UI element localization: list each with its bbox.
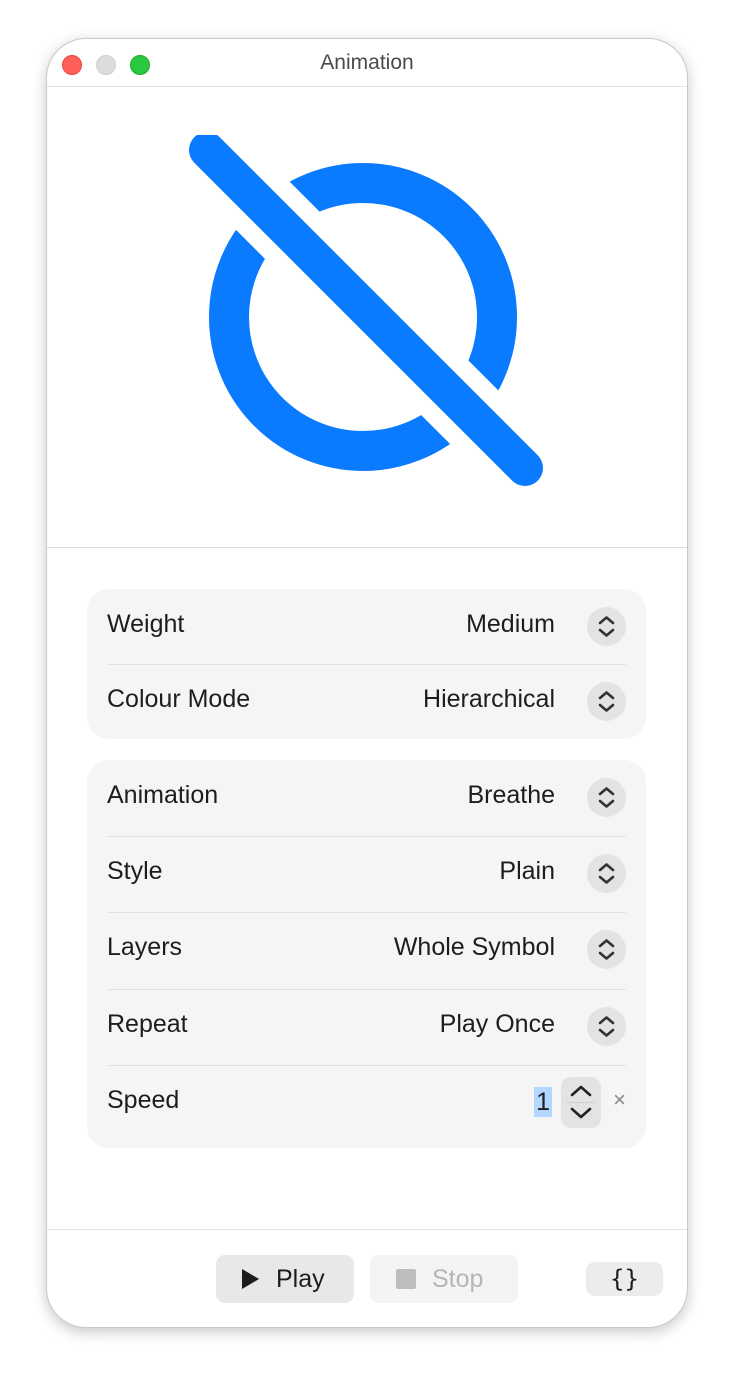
play-icon bbox=[242, 1269, 259, 1289]
chevron-up-down-icon bbox=[598, 1016, 615, 1037]
colour-mode-row[interactable]: Colour Mode Hierarchical bbox=[107, 664, 626, 740]
animation-window: Animation Weight Medium Colour Mode Hier… bbox=[46, 38, 688, 1328]
animation-value: Breathe bbox=[467, 781, 555, 809]
window-title: Animation bbox=[320, 51, 414, 74]
divider bbox=[107, 912, 626, 913]
divider bbox=[107, 836, 626, 837]
style-popup-button[interactable] bbox=[587, 854, 626, 893]
divider bbox=[107, 1065, 626, 1066]
weight-row[interactable]: Weight Medium bbox=[107, 589, 626, 665]
weight-value: Medium bbox=[466, 610, 555, 638]
animation-group: Animation Breathe Style Plain Layers Who… bbox=[87, 760, 646, 1148]
title-bar: Animation bbox=[47, 39, 687, 87]
stop-icon bbox=[396, 1269, 416, 1289]
layers-popup-button[interactable] bbox=[587, 930, 626, 969]
colour-mode-popup-button[interactable] bbox=[587, 682, 626, 721]
symbol-preview bbox=[47, 87, 687, 548]
speed-stepper[interactable] bbox=[561, 1077, 601, 1128]
chevron-up-down-icon bbox=[598, 863, 615, 884]
chevron-up-down-icon bbox=[598, 691, 615, 712]
style-label: Style bbox=[107, 857, 163, 885]
layers-row[interactable]: Layers Whole Symbol bbox=[107, 912, 626, 988]
play-button[interactable]: Play bbox=[216, 1255, 354, 1303]
stepper-divider bbox=[567, 1102, 595, 1103]
clear-icon[interactable]: × bbox=[613, 1087, 626, 1113]
footer-divider bbox=[47, 1229, 687, 1230]
repeat-row[interactable]: Repeat Play Once bbox=[107, 989, 626, 1065]
play-label: Play bbox=[276, 1264, 325, 1293]
animation-popup-button[interactable] bbox=[587, 778, 626, 817]
repeat-popup-button[interactable] bbox=[587, 1007, 626, 1046]
speed-row: Speed 1 × bbox=[107, 1065, 626, 1141]
style-row[interactable]: Style Plain bbox=[107, 836, 626, 912]
repeat-label: Repeat bbox=[107, 1010, 188, 1038]
appearance-group: Weight Medium Colour Mode Hierarchical bbox=[87, 589, 646, 739]
divider bbox=[107, 989, 626, 990]
weight-label: Weight bbox=[107, 610, 185, 638]
circle-slash-icon bbox=[189, 135, 543, 486]
repeat-value: Play Once bbox=[439, 1010, 555, 1038]
chevron-down-icon[interactable] bbox=[568, 1105, 594, 1121]
divider bbox=[107, 664, 626, 665]
stop-button[interactable]: Stop bbox=[370, 1255, 518, 1303]
code-button[interactable]: {} bbox=[586, 1262, 663, 1296]
layers-value: Whole Symbol bbox=[393, 933, 555, 961]
speed-field[interactable]: 1 bbox=[534, 1087, 552, 1117]
speed-label: Speed bbox=[107, 1086, 180, 1114]
chevron-up-icon[interactable] bbox=[568, 1083, 594, 1099]
weight-popup-button[interactable] bbox=[587, 607, 626, 646]
animation-label: Animation bbox=[107, 781, 219, 809]
style-value: Plain bbox=[499, 857, 555, 885]
chevron-up-down-icon bbox=[598, 616, 615, 637]
animation-row[interactable]: Animation Breathe bbox=[107, 760, 626, 836]
chevron-up-down-icon bbox=[598, 787, 615, 808]
chevron-up-down-icon bbox=[598, 939, 615, 960]
stop-label: Stop bbox=[432, 1264, 484, 1293]
layers-label: Layers bbox=[107, 933, 183, 961]
colour-mode-value: Hierarchical bbox=[423, 685, 555, 713]
colour-mode-label: Colour Mode bbox=[107, 685, 251, 713]
code-label: {} bbox=[610, 1265, 639, 1293]
